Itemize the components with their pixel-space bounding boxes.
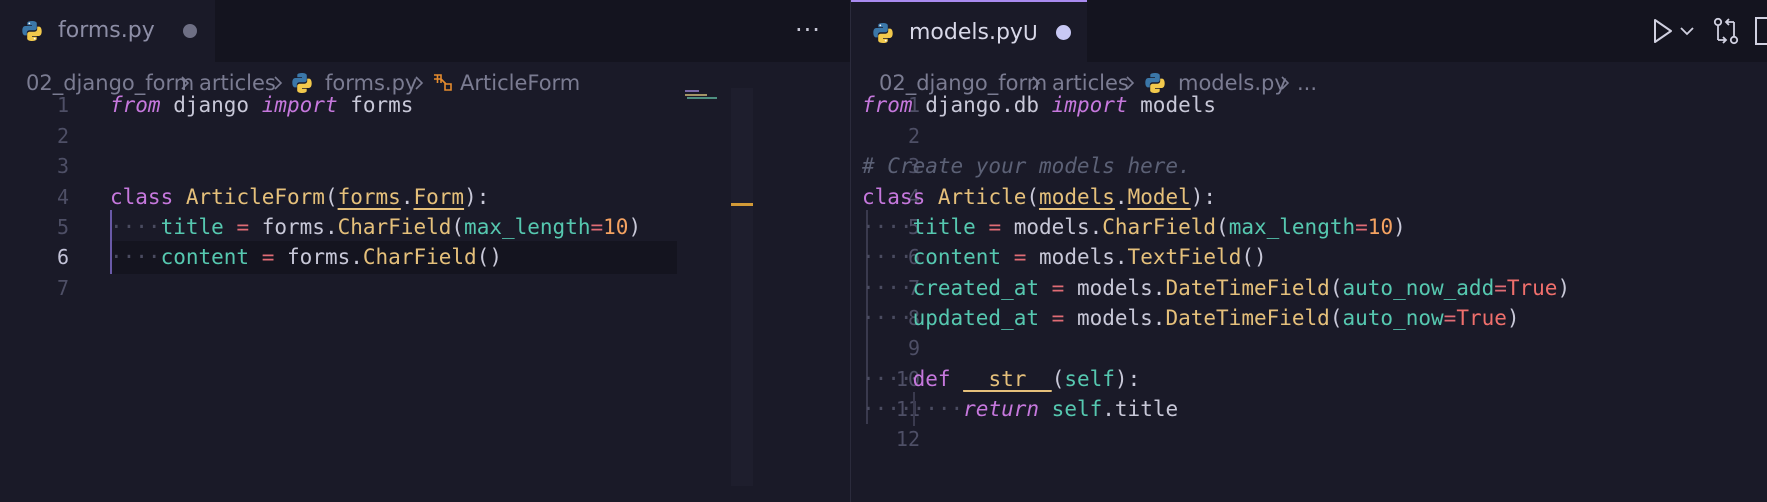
left-tab-bar: forms.py ··· bbox=[0, 0, 850, 62]
breadcrumb-symbol[interactable]: ArticleForm bbox=[460, 69, 580, 97]
tab-models-py[interactable]: models.py U bbox=[851, 0, 1087, 62]
minimap[interactable] bbox=[683, 88, 731, 102]
code-line-10: ····def __str__(self): bbox=[862, 367, 1141, 391]
code-line-4: class ArticleForm(forms.Form): bbox=[110, 185, 490, 209]
split-editor-icon[interactable] bbox=[1755, 16, 1767, 46]
right-editor-pane: models.py U 02_django_form articles mode… bbox=[851, 0, 1767, 502]
code-editor[interactable]: 1 2 3 4 5 6 7 from django import forms c… bbox=[0, 88, 850, 502]
tab-label: forms.py bbox=[58, 18, 155, 43]
line-number: 2 bbox=[56, 124, 69, 148]
unsaved-dot-icon[interactable] bbox=[1056, 25, 1071, 40]
chevron-right-icon bbox=[415, 76, 424, 90]
tab-label: models.py bbox=[909, 20, 1023, 45]
line-number: 2 bbox=[907, 124, 920, 148]
line-number: 9 bbox=[907, 336, 920, 360]
tab-forms-py[interactable]: forms.py bbox=[0, 0, 215, 62]
code-line-6: ····content = models.TextField() bbox=[862, 245, 1267, 269]
python-icon bbox=[22, 21, 42, 41]
code-line-5: ····title = forms.CharField(max_length=1… bbox=[110, 215, 642, 239]
vertical-scrollbar[interactable] bbox=[731, 88, 753, 486]
line-number: 5 bbox=[56, 215, 69, 239]
code-line-7: ····created_at = models.DateTimeField(au… bbox=[862, 276, 1571, 300]
line-number: 7 bbox=[56, 276, 69, 300]
code-line-11: ········return self.title bbox=[862, 397, 1179, 421]
compare-changes-icon[interactable] bbox=[1709, 14, 1743, 48]
class-symbol-icon bbox=[434, 74, 452, 91]
code-line-5: ····title = models.CharField(max_length=… bbox=[862, 215, 1406, 239]
code-line-8: ····updated_at = models.DateTimeField(au… bbox=[862, 306, 1520, 330]
code-editor[interactable]: 1 2 3 4 5 6 7 8 9 10 11 12 from django.d… bbox=[851, 93, 1767, 502]
code-line-1: from django import forms bbox=[110, 93, 414, 117]
python-icon bbox=[873, 23, 893, 43]
left-editor-pane: forms.py ··· 02_django_form articles for… bbox=[0, 0, 850, 502]
line-number: 1 bbox=[56, 93, 69, 117]
more-actions-button[interactable]: ··· bbox=[792, 12, 824, 48]
line-number: 6 bbox=[56, 245, 69, 269]
chevron-down-icon[interactable] bbox=[1678, 22, 1696, 40]
code-line-3: # Create your models here. bbox=[862, 154, 1191, 178]
git-status-badge: U bbox=[1023, 21, 1038, 45]
code-line-1: from django.db import models bbox=[862, 93, 1217, 117]
code-line-4: class Article(models.Model): bbox=[862, 185, 1217, 209]
line-number: 12 bbox=[895, 427, 920, 451]
unsaved-dot-icon[interactable] bbox=[183, 24, 197, 38]
line-number: 3 bbox=[56, 154, 69, 178]
chevron-right-icon bbox=[1281, 76, 1290, 90]
right-tab-bar: models.py U bbox=[851, 0, 1767, 62]
breadcrumb-more[interactable]: ... bbox=[1297, 69, 1317, 97]
line-number: 4 bbox=[56, 185, 69, 209]
scrollbar-marker bbox=[731, 203, 753, 206]
run-icon[interactable] bbox=[1647, 14, 1677, 48]
code-line-6: ····content = forms.CharField() bbox=[110, 245, 502, 269]
